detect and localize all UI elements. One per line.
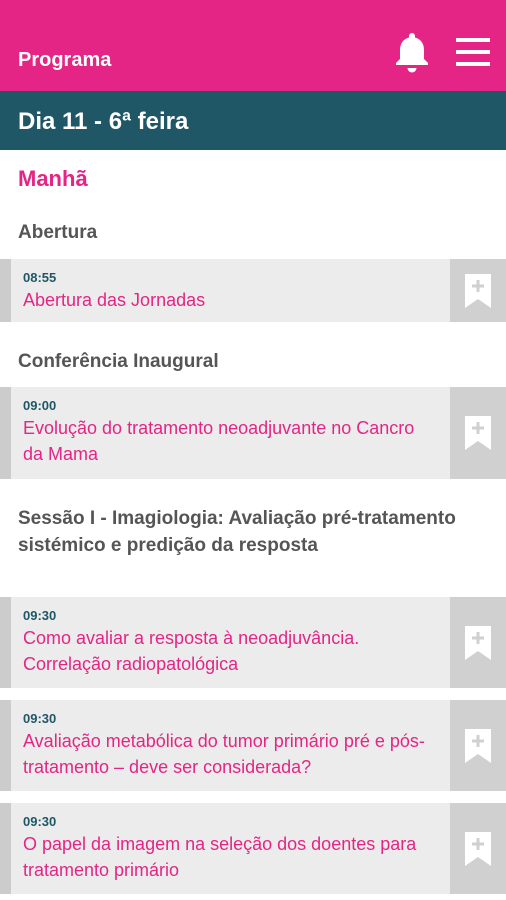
bookmark-add-icon [465,831,491,866]
bookmark-button[interactable] [450,387,506,479]
session-title: Avaliação metabólica do tumor primário p… [23,731,425,777]
session-title: Como avaliar a resposta à neoadjuvância.… [23,628,360,674]
section-title: Sessão I - Imagiologia: Avaliação pré-tr… [18,508,456,556]
section-title: Conferência Inaugural [18,351,219,372]
notifications-button[interactable] [390,30,434,74]
period-label: Manhã [18,166,88,191]
session-card[interactable]: 09:30 Avaliação metabólica do tumor prim… [0,700,506,791]
card-stripe [0,803,11,894]
card-stripe [0,259,11,322]
bookmark-button[interactable] [450,259,506,322]
session-card[interactable]: 09:30 O papel da imagem na seleção dos d… [0,803,506,894]
session-title: O papel da imagem na seleção dos doentes… [23,834,417,880]
session-time: 09:30 [23,608,57,623]
card-stripe [0,387,11,479]
card-stripe [0,597,11,688]
day-label: Dia 11 - 6ª feira [18,108,189,135]
session-time: 09:00 [23,398,57,413]
session-card[interactable]: 09:30 Como avaliar a resposta à neoadjuv… [0,597,506,688]
session-time: 09:30 [23,814,57,829]
menu-icon [456,38,490,66]
session-title: Abertura das Jornadas [23,290,206,310]
session-title: Evolução do tratamento neoadjuvante no C… [23,418,415,464]
card-stripe [0,700,11,791]
bookmark-button[interactable] [450,700,506,791]
bookmark-add-icon [465,728,491,763]
bookmark-add-icon [465,416,491,450]
session-time: 08:55 [23,270,57,285]
menu-button[interactable] [452,34,494,70]
session-card[interactable]: 09:00 Evolução do tratamento neoadjuvant… [0,387,506,479]
page-title: Programa [18,49,112,71]
session-card[interactable]: 08:55 Abertura das Jornadas [0,259,506,322]
bookmark-button[interactable] [450,803,506,894]
section-title: Abertura [18,222,98,243]
bookmark-add-icon [465,625,491,660]
bookmark-add-icon [465,273,491,308]
bell-icon [396,33,428,73]
session-time: 09:30 [23,711,57,726]
bookmark-button[interactable] [450,597,506,688]
